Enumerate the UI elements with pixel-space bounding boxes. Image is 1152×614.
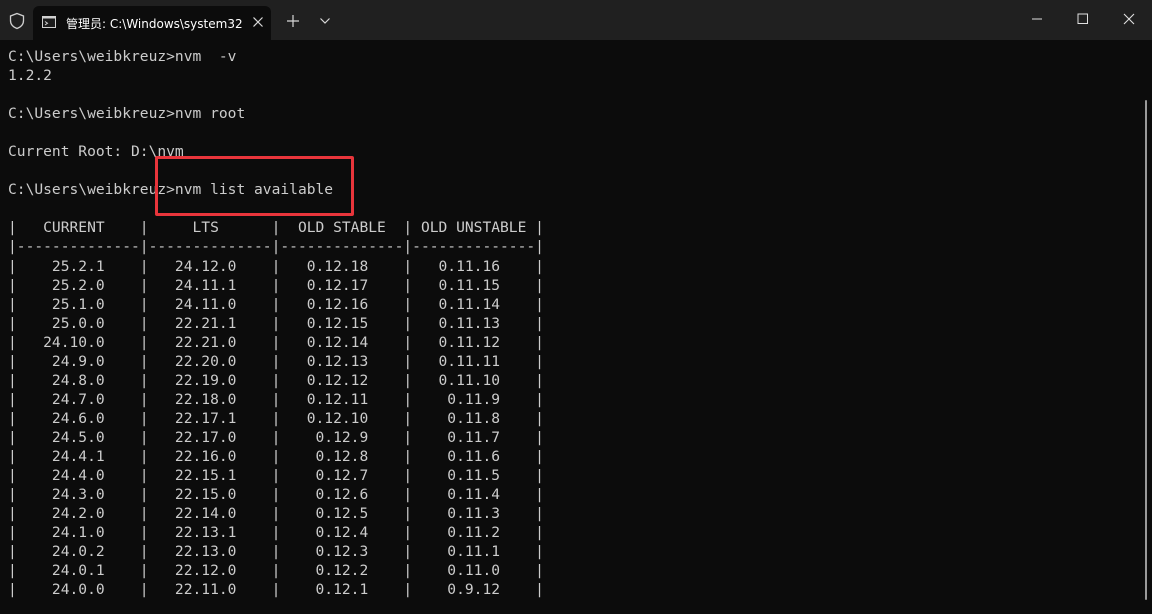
terminal-line: | 24.8.0 | 22.19.0 | 0.12.12 | 0.11.10 |: [8, 371, 544, 389]
maximize-button[interactable]: [1060, 0, 1106, 38]
terminal-line: | 24.9.0 | 22.20.0 | 0.12.13 | 0.11.11 |: [8, 352, 544, 370]
terminal-line: | 24.4.0 | 22.15.1 | 0.12.7 | 0.11.5 |: [8, 467, 544, 485]
terminal-line: | 25.2.1 | 24.12.0 | 0.12.18 | 0.11.16 |: [8, 257, 544, 275]
close-tab-icon[interactable]: [252, 16, 264, 28]
tab-admin-cmd[interactable]: 管理员: C:\Windows\system32: [33, 6, 271, 40]
terminal-line: C:\Users\weibkreuz>nvm -v: [8, 48, 237, 65]
maximize-icon: [1077, 13, 1088, 24]
terminal-line: | 24.6.0 | 22.17.1 | 0.12.10 | 0.11.8 |: [8, 409, 544, 427]
terminal-window: 管理员: C:\Windows\system32 C:\Users\weibkr…: [0, 0, 1152, 614]
scrollbar-thumb[interactable]: [1145, 100, 1147, 600]
terminal-line: | 24.1.0 | 22.13.1 | 0.12.4 | 0.11.2 |: [8, 524, 544, 542]
terminal-line: |--------------|--------------|---------…: [8, 238, 544, 256]
terminal-line: | 25.0.0 | 22.21.1 | 0.12.15 | 0.11.13 |: [8, 314, 544, 332]
terminal-line: 1.2.2: [8, 67, 52, 85]
terminal-line: | 24.10.0 | 22.21.0 | 0.12.14 | 0.11.12 …: [8, 333, 544, 351]
terminal-line: | 24.0.0 | 22.11.0 | 0.12.1 | 0.9.12 |: [8, 581, 544, 599]
scrollbar[interactable]: [1142, 40, 1152, 614]
terminal-icon: [42, 16, 56, 28]
highlight-box-annotation: [155, 156, 354, 216]
close-window-button[interactable]: [1106, 0, 1152, 38]
terminal-line: C:\Users\weibkreuz>nvm root: [8, 105, 246, 123]
shield-icon: [9, 12, 25, 30]
tab-title: 管理员: C:\Windows\system32: [66, 17, 243, 31]
terminal-line: | 25.1.0 | 24.11.0 | 0.12.16 | 0.11.14 |: [8, 295, 544, 313]
minimize-icon: [1032, 18, 1042, 20]
terminal-line: | 24.0.1 | 22.12.0 | 0.12.2 | 0.11.0 |: [8, 562, 544, 580]
terminal-output[interactable]: C:\Users\weibkreuz>nvm -v 1.2.2 C:\Users\…: [8, 47, 544, 599]
terminal-line: | 24.2.0 | 22.14.0 | 0.12.5 | 0.11.3 |: [8, 505, 544, 523]
terminal-line: | 24.0.2 | 22.13.0 | 0.12.3 | 0.11.1 |: [8, 543, 544, 561]
terminal-line: | 25.2.0 | 24.11.1 | 0.12.17 | 0.11.15 |: [8, 276, 544, 294]
minimize-button[interactable]: [1014, 0, 1060, 38]
terminal-line: | 24.7.0 | 22.18.0 | 0.12.11 | 0.11.9 |: [8, 390, 544, 408]
chevron-down-icon[interactable]: [319, 17, 331, 25]
terminal-line: | 24.5.0 | 22.17.0 | 0.12.9 | 0.11.7 |: [8, 428, 544, 446]
close-icon: [1123, 13, 1135, 25]
terminal-line: | CURRENT | LTS | OLD STABLE | OLD UNSTA…: [8, 219, 544, 237]
terminal-line: | 24.4.1 | 22.16.0 | 0.12.8 | 0.11.6 |: [8, 447, 544, 465]
title-bar[interactable]: 管理员: C:\Windows\system32: [0, 0, 1152, 40]
terminal-line: | 24.3.0 | 22.15.0 | 0.12.6 | 0.11.4 |: [8, 486, 544, 504]
new-tab-plus-icon[interactable]: [286, 14, 300, 28]
